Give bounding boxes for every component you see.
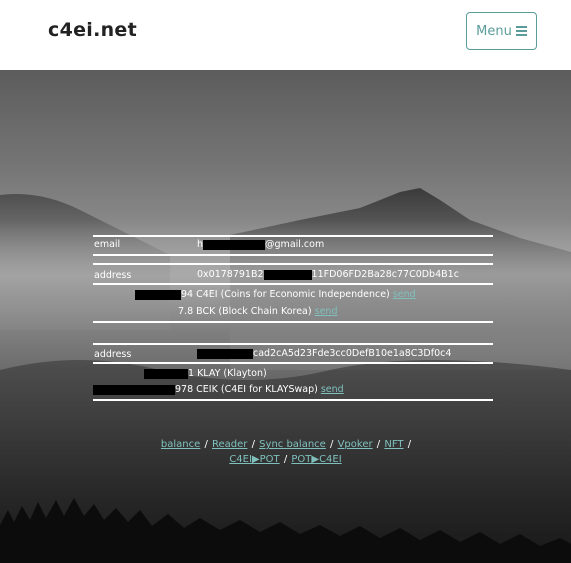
redaction-bar: [93, 384, 175, 395]
footer-links: balance / Reader / Sync balance / Vpoker…: [0, 437, 571, 467]
hamburger-icon: [515, 26, 527, 36]
pot-to-c4ei-link[interactable]: POT▶C4EI: [291, 454, 341, 465]
c4ei-to-pot-link[interactable]: C4EI▶POT: [229, 454, 279, 465]
ceik-send-link[interactable]: send: [321, 384, 344, 395]
separator: /: [330, 439, 334, 450]
klay-desc: KLAY (Klayton): [197, 368, 267, 379]
address1-suffix: 11FD06FD2Ba28c77C0Db4B1c: [311, 269, 459, 280]
ceik-balance-row: 978 CEIK (C4EI for KLAYSwap) send: [93, 384, 344, 395]
site-brand[interactable]: c4ei.net: [48, 19, 137, 41]
address1-prefix: 0x0178791B2: [197, 269, 264, 280]
separator: /: [283, 454, 288, 465]
address1-label: address: [94, 270, 132, 281]
divider: [93, 254, 493, 256]
divider: [93, 263, 493, 265]
menu-button[interactable]: Menu: [466, 12, 537, 50]
divider: [93, 321, 493, 323]
klay-balance-row: 1 KLAY (Klayton): [144, 368, 267, 379]
divider: [93, 362, 493, 364]
divider: [93, 399, 493, 401]
footer-links-row2: C4EI▶POT / POT▶C4EI: [0, 452, 571, 467]
redaction-bar: [135, 289, 181, 300]
redaction-bar: [144, 368, 188, 379]
redaction-bar: [197, 348, 253, 359]
email-label: email: [94, 239, 121, 250]
address2-value: cad2cA5d23Fde3cc0DefB10e1a8C3Df0c4: [197, 348, 451, 359]
separator: /: [251, 439, 255, 450]
divider: [93, 343, 493, 345]
c4ei-desc: C4EI (Coins for Economic Independence): [196, 289, 390, 300]
klay-amount: 1: [188, 368, 195, 379]
sync-balance-link[interactable]: Sync balance: [259, 439, 326, 450]
address2-suffix: cad2cA5d23Fde3cc0DefB10e1a8C3Df0c4: [253, 348, 452, 359]
vpoker-link[interactable]: Vpoker: [338, 439, 373, 450]
email-suffix: @gmail.com: [265, 239, 325, 250]
c4ei-amount: 94: [181, 289, 194, 300]
separator: /: [407, 439, 412, 450]
email-value: h @gmail.com: [197, 239, 324, 250]
footer-links-row1: balance / Reader / Sync balance / Vpoker…: [0, 437, 571, 452]
ceik-amount: 978: [175, 384, 194, 395]
address2-label: address: [94, 349, 132, 360]
divider: [93, 283, 493, 285]
divider: [93, 235, 493, 237]
separator: /: [376, 439, 381, 450]
nft-link[interactable]: NFT: [384, 439, 403, 450]
bck-send-link[interactable]: send: [315, 306, 338, 317]
menu-label: Menu: [476, 23, 512, 39]
navbar: c4ei.net Menu: [0, 0, 571, 70]
c4ei-send-link[interactable]: send: [393, 289, 416, 300]
bck-desc: BCK (Block Chain Korea): [196, 306, 312, 317]
address1-value: 0x0178791B2 11FD06FD2Ba28c77C0Db4B1c: [197, 269, 459, 280]
redaction-bar: [263, 269, 312, 280]
separator: /: [204, 439, 208, 450]
bck-balance-row: 7.8 BCK (Block Chain Korea) send: [178, 306, 337, 317]
bck-amount: 7.8: [178, 306, 194, 317]
balance-link[interactable]: balance: [161, 439, 200, 450]
redaction-bar: [203, 239, 266, 250]
reader-link[interactable]: Reader: [212, 439, 247, 450]
c4ei-balance-row: 94 C4EI (Coins for Economic Independence…: [135, 289, 416, 300]
hero-background: email h @gmail.com address 0x0178791B2 11F…: [0, 70, 571, 563]
ceik-desc: CEIK (C4EI for KLAYSwap): [196, 384, 318, 395]
